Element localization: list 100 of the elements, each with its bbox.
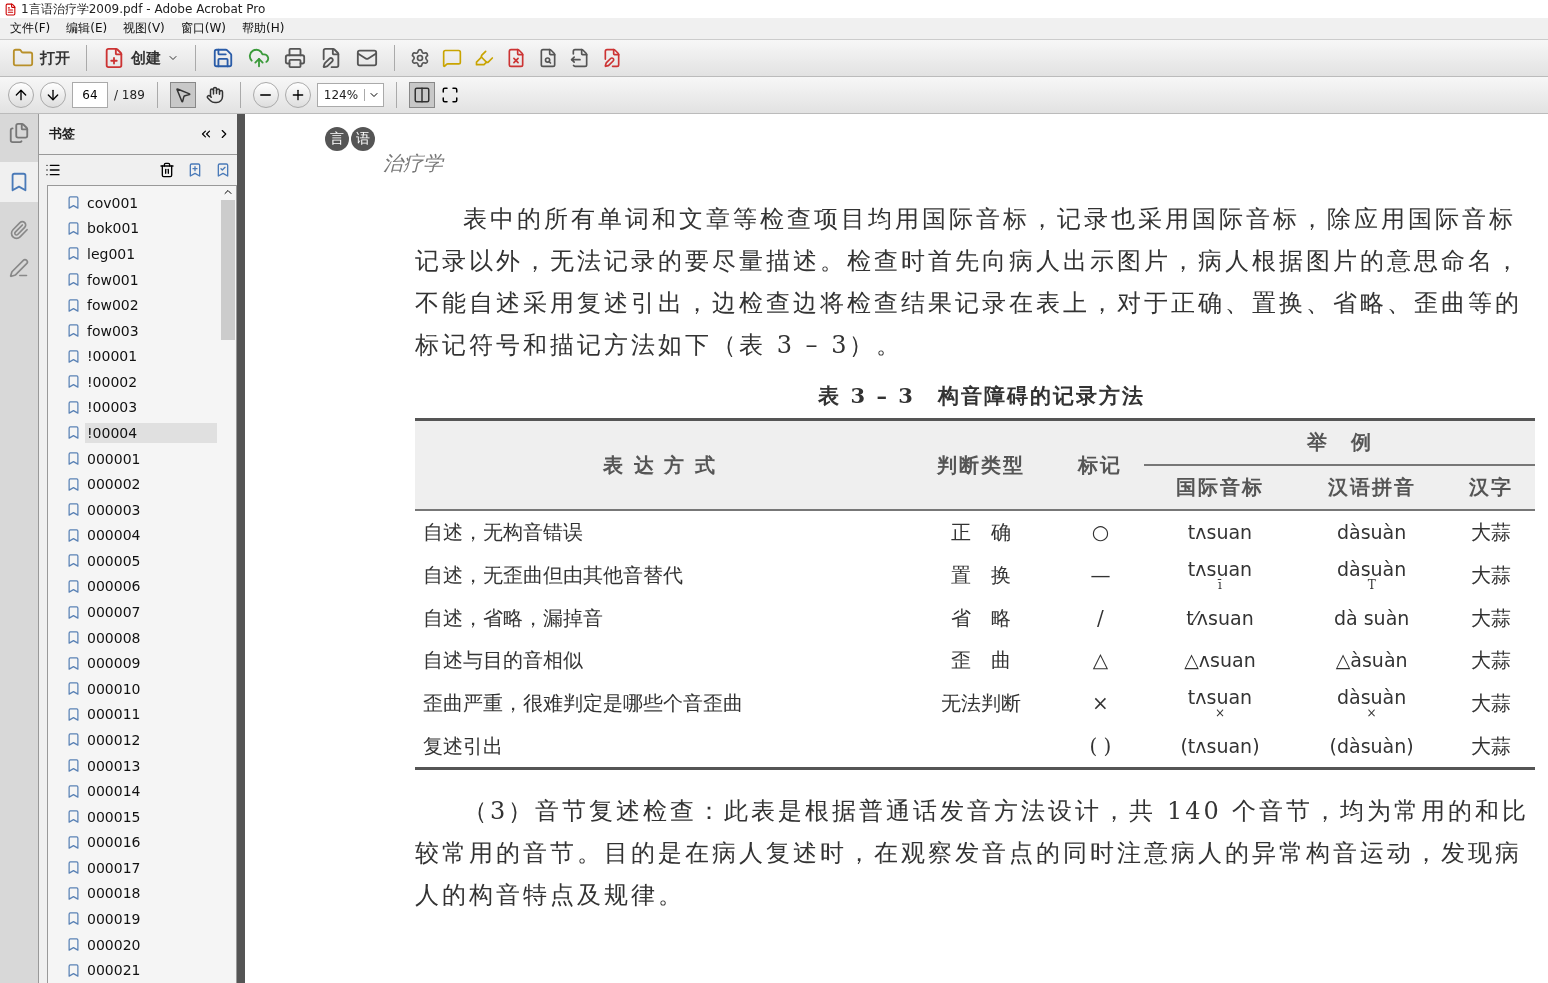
bookmark-icon — [66, 706, 81, 722]
bookmark-item[interactable]: 000010 — [85, 678, 221, 699]
bookmark-item[interactable]: 000020 — [85, 934, 221, 955]
pinyin-text: dàsuàn — [1336, 561, 1407, 577]
bookmark-item[interactable]: 000001 — [85, 448, 221, 469]
create-button[interactable]: 创建 — [99, 43, 183, 73]
mail-icon[interactable] — [356, 47, 378, 69]
new-bookmark-icon[interactable] — [187, 162, 203, 178]
bookmark-icon — [66, 911, 81, 927]
bookmark-icon — [66, 860, 81, 876]
paperclip-icon[interactable] — [9, 220, 29, 240]
menu-item[interactable]: 文件(F) — [4, 20, 57, 37]
bookmark-from-selection-icon[interactable] — [215, 162, 231, 178]
table-cell: 自述，无构音错误 — [415, 510, 905, 553]
zoom-in-button[interactable] — [284, 82, 311, 108]
column-header: 汉语拼音 — [1295, 465, 1448, 510]
bookmark-item[interactable]: 000006 — [85, 576, 221, 597]
bookmark-item[interactable]: leg001 — [85, 243, 216, 264]
bookmark-item[interactable]: !00002 — [85, 371, 218, 392]
pinyin-text: (dàsuàn) — [1329, 738, 1414, 754]
bookmark-item[interactable]: 000015 — [85, 806, 221, 827]
bookmark-item[interactable]: 000005 — [85, 550, 221, 571]
table-cell-text: — — [1089, 562, 1112, 589]
bookmark-item[interactable]: 000007 — [85, 602, 221, 623]
collapse-icon[interactable] — [199, 127, 213, 141]
bookmark-item[interactable]: 000017 — [85, 857, 221, 878]
bookmark-item[interactable]: fow002 — [85, 295, 219, 316]
minus-icon — [260, 94, 272, 96]
bookmark-item[interactable]: !00001 — [85, 346, 218, 367]
column-header: 标记 — [1056, 419, 1145, 510]
options-icon[interactable] — [45, 162, 61, 178]
paragraph: （3）音节复述检查：此表是根据普通话发音方法设计，共 140 个音节，均为常用的和比较常用的音节。目的是在病人复述时，在观察发音点的同时注意病人的异常构音运动，发现病人的构音特点及规律。 — [415, 796, 1531, 911]
scrollbar-thumb[interactable] — [221, 200, 236, 340]
bookmark-item[interactable]: !00003 — [85, 397, 218, 418]
table-cell-text: 大蒜 — [1470, 689, 1513, 717]
bookmark-item[interactable]: 000004 — [85, 525, 221, 546]
ipa-text: tʌsuan — [1187, 561, 1253, 577]
bookmark-item[interactable]: 000014 — [85, 781, 221, 802]
file-edit-icon[interactable] — [602, 48, 622, 68]
bookmark-item[interactable]: 000016 — [85, 832, 221, 853]
table-cell-text: 大蒜 — [1470, 646, 1513, 674]
bookmark-icon — [66, 246, 81, 262]
pinyin-text: dàsuàn — [1336, 524, 1407, 540]
bookmark-item[interactable]: 000013 — [85, 755, 221, 776]
mark-text: ī — [1218, 577, 1222, 593]
bookmark-item[interactable]: 000021 — [85, 960, 221, 981]
bookmark-item[interactable]: !00004 — [85, 423, 218, 443]
header-title: 治疗学 — [383, 149, 443, 177]
table-cell-text: 歪曲严重，很难判定是哪些个音歪曲 — [422, 689, 744, 717]
upload-icon[interactable] — [248, 47, 270, 69]
bookmark-item[interactable]: 000012 — [85, 729, 221, 750]
bookmark-item[interactable]: 000018 — [85, 883, 221, 904]
bookmark-item[interactable]: fow001 — [85, 269, 219, 290]
next-page-button[interactable] — [40, 82, 66, 108]
columns-icon — [413, 86, 432, 104]
menu-item[interactable]: 编辑(E) — [60, 20, 114, 37]
pages-icon[interactable] — [8, 122, 30, 144]
header-badge: 言 — [325, 127, 349, 151]
window-title: 1言语治疗学2009.pdf - Adobe Acrobat Pro — [21, 0, 266, 18]
menu-item[interactable]: 帮助(H) — [236, 20, 291, 37]
save-icon[interactable] — [212, 47, 234, 69]
settings-icon[interactable] — [410, 48, 430, 68]
bookmark-item[interactable]: bok001 — [85, 218, 220, 239]
bookmark-icon — [66, 655, 81, 671]
select-tool-button[interactable] — [169, 82, 196, 108]
delete-file-icon[interactable] — [506, 48, 526, 68]
zoom-out-button[interactable] — [252, 82, 279, 108]
bookmark-item[interactable]: 000008 — [85, 627, 221, 648]
bookmark-item[interactable]: 000002 — [85, 474, 221, 495]
panel-title: 书签 — [49, 125, 75, 143]
column-header: 表 达 方 式 — [415, 419, 905, 510]
table-cell: 复述引出 — [415, 725, 905, 769]
zoom-dropdown[interactable]: 124% — [316, 83, 385, 107]
pinyin-text: dà suàn — [1333, 610, 1410, 626]
bookmark-item[interactable]: 000003 — [85, 499, 221, 520]
bookmark-item[interactable]: 000009 — [85, 653, 221, 674]
file-export-icon[interactable] — [570, 48, 590, 68]
fit-width-button[interactable] — [409, 82, 436, 108]
bookmark-item[interactable]: 000019 — [85, 908, 221, 929]
table-cell-text: 大蒜 — [1470, 561, 1513, 589]
delete-icon[interactable] — [159, 162, 175, 178]
open-button[interactable]: 打开 — [8, 43, 74, 73]
page-number-field[interactable]: 64 — [72, 82, 108, 108]
file-search-icon[interactable] — [538, 48, 558, 68]
previous-page-button[interactable] — [8, 82, 34, 108]
full-page-icon[interactable] — [441, 86, 460, 104]
bookmark-item[interactable]: fow003 — [85, 320, 219, 341]
menu-item[interactable]: 窗口(W) — [174, 20, 233, 37]
bookmark-item[interactable]: cov001 — [85, 192, 219, 213]
edit-document-icon[interactable] — [320, 47, 342, 69]
bookmark-item[interactable]: 000011 — [85, 704, 221, 725]
column-header: 汉字 — [1447, 465, 1535, 510]
pdf-icon — [4, 2, 17, 16]
print-icon[interactable] — [284, 47, 306, 69]
mark-text: × — [1366, 705, 1377, 721]
menu-item[interactable]: 视图(V) — [117, 20, 171, 37]
bookmark-icon — [66, 220, 81, 236]
ipa-text: (tʌsuan) — [1180, 738, 1260, 754]
bookmark-icon — [66, 348, 81, 364]
bookmarks-tab[interactable] — [0, 162, 38, 202]
